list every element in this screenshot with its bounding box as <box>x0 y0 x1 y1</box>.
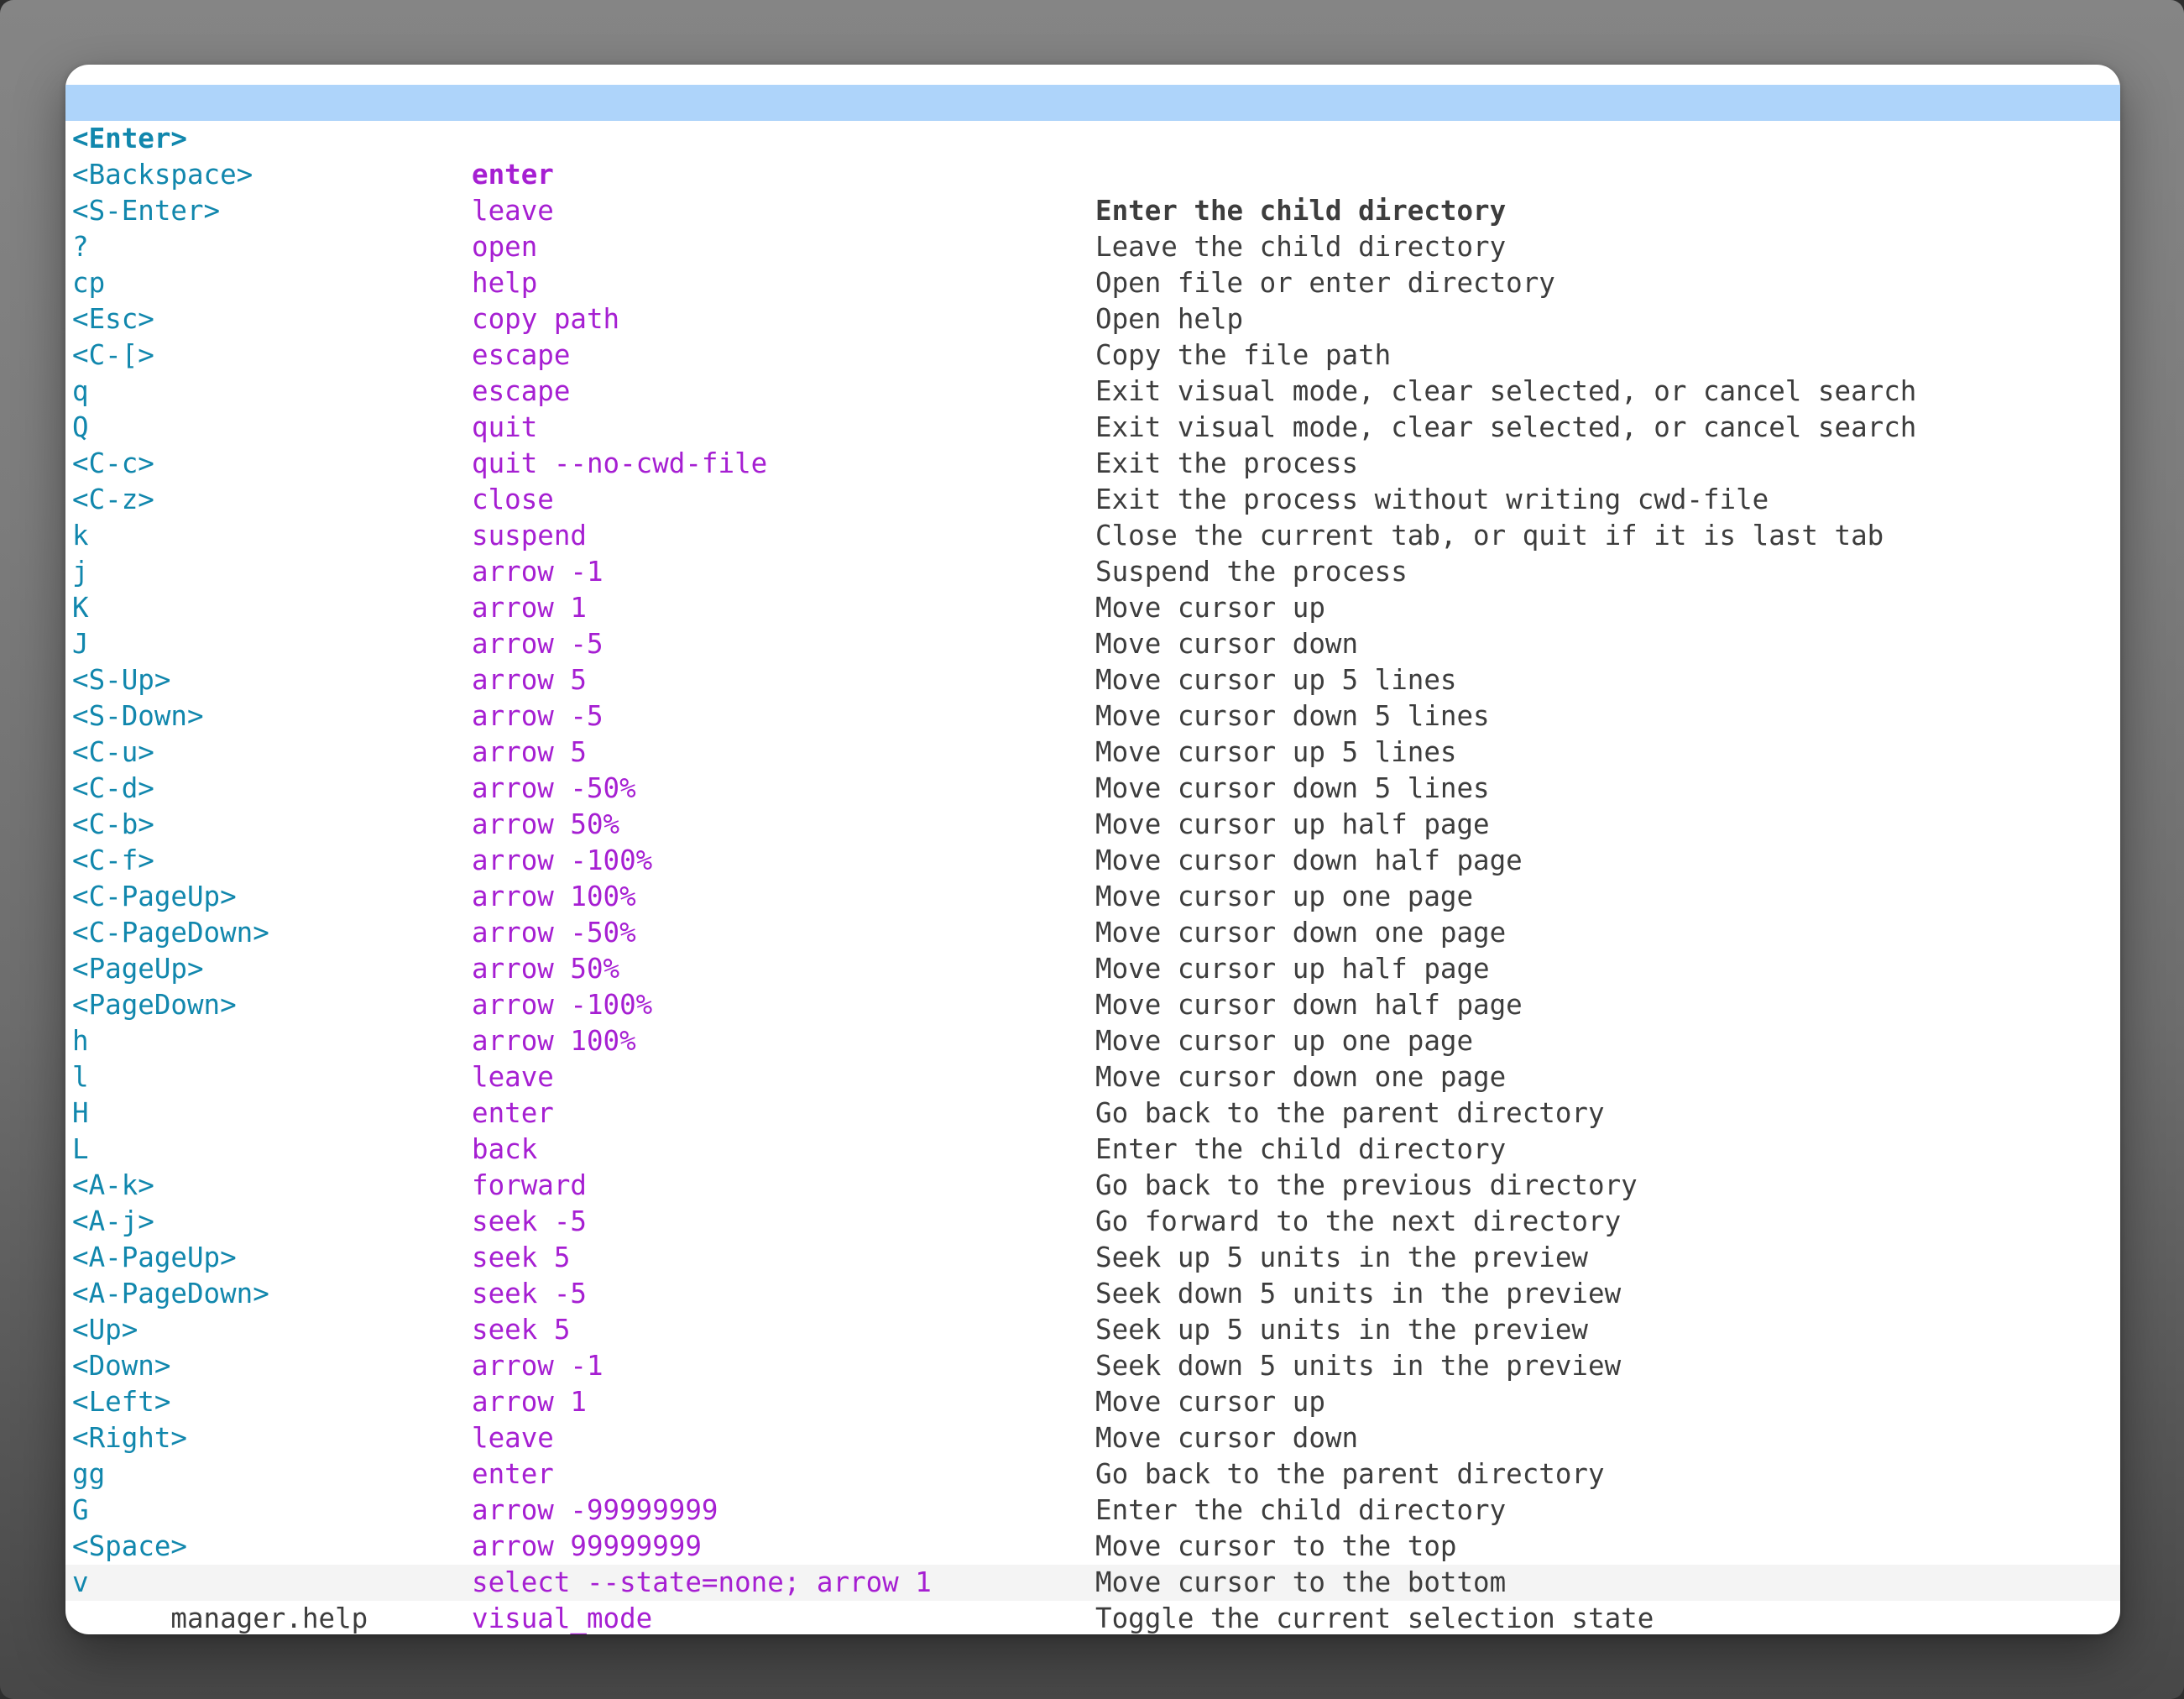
keybinding-row[interactable]: <C-b> arrow -100% Move cursor up one pag… <box>65 771 2120 807</box>
keybinding-row[interactable]: <A-k> seek -5 Seek up 5 units in the pre… <box>65 1132 2120 1168</box>
keybinding-row[interactable]: <Down> arrow 1 Move cursor down <box>65 1312 2120 1348</box>
keybinding-row[interactable]: H back Go back to the previous directory <box>65 1059 2120 1095</box>
keybinding-row[interactable]: <S-Down> arrow 5 Move cursor down 5 line… <box>65 662 2120 698</box>
keybinding-row[interactable]: G arrow 99999999 Move cursor to the bott… <box>65 1456 2120 1493</box>
keybinding-row[interactable]: l enter Enter the child directory <box>65 1023 2120 1059</box>
keybinding-row[interactable]: <Esc> escape Exit visual mode, clear sel… <box>65 265 2120 301</box>
keybinding-row[interactable]: K arrow -5 Move cursor up 5 lines <box>65 554 2120 590</box>
keybinding-command: select --state=none; arrow 1 <box>472 1565 932 1601</box>
keybinding-row[interactable]: <C-d> arrow 50% Move cursor down half pa… <box>65 734 2120 771</box>
keybinding-row[interactable]: <Enter> enter Enter the child directory <box>65 85 2120 121</box>
keybinding-row[interactable]: j arrow 1 Move cursor down <box>65 518 2120 554</box>
keybinding-description: Move cursor to the bottom <box>1095 1565 1506 1601</box>
keybinding-description: Toggle the current selection state <box>1095 1601 1654 1634</box>
help-window: <Enter> enter Enter the child directory … <box>65 65 2120 1634</box>
keybinding-row[interactable]: Q quit --no-cwd-file Exit the process wi… <box>65 374 2120 410</box>
keybinding-row[interactable]: <Up> arrow -1 Move cursor up <box>65 1276 2120 1312</box>
keybinding-row[interactable]: <C-[> escape Exit visual mode, clear sel… <box>65 301 2120 337</box>
help-layer-label: manager.help <box>170 1602 368 1634</box>
keybinding-list: <Enter> enter Enter the child directory … <box>65 85 2120 1565</box>
keybinding-row[interactable]: <PageDown> arrow 100% Move cursor down o… <box>65 951 2120 987</box>
keybinding-row[interactable]: <S-Enter> open Open file or enter direct… <box>65 157 2120 193</box>
keybinding-row[interactable]: k arrow -1 Move cursor up <box>65 482 2120 518</box>
keybinding-row[interactable]: cp copy path Copy the file path <box>65 229 2120 265</box>
keybinding-row[interactable]: <PageUp> arrow -100% Move cursor up one … <box>65 915 2120 951</box>
keybinding-command: visual_mode <box>472 1601 652 1634</box>
keybinding-row[interactable]: <A-PageDown> seek 5 Seek down 5 units in… <box>65 1240 2120 1276</box>
keybinding-row[interactable]: <C-c> close Close the current tab, or qu… <box>65 410 2120 446</box>
keybinding-row[interactable]: <A-PageUp> seek -5 Seek up 5 units in th… <box>65 1204 2120 1240</box>
keybinding-row[interactable]: gg arrow -99999999 Move cursor to the to… <box>65 1420 2120 1456</box>
keybinding-row[interactable]: <Left> leave Go back to the parent direc… <box>65 1348 2120 1384</box>
keybinding-row[interactable]: J arrow 5 Move cursor down 5 lines <box>65 590 2120 626</box>
status-bar: manager.help <box>65 1565 2120 1601</box>
keybinding-key: v <box>72 1565 89 1601</box>
keybinding-row[interactable]: <C-PageUp> arrow -50% Move cursor up hal… <box>65 843 2120 879</box>
keybinding-row[interactable]: <C-f> arrow 100% Move cursor down one pa… <box>65 807 2120 843</box>
keybinding-row[interactable]: <Space> select --state=none; arrow 1 Tog… <box>65 1493 2120 1529</box>
keybinding-row[interactable]: L forward Go forward to the next directo… <box>65 1095 2120 1132</box>
keybinding-row[interactable]: <C-u> arrow -50% Move cursor up half pag… <box>65 698 2120 734</box>
keybinding-row[interactable]: <A-j> seek 5 Seek down 5 units in the pr… <box>65 1168 2120 1204</box>
desktop-background: <Enter> enter Enter the child directory … <box>0 0 2184 1699</box>
keybinding-row[interactable]: <Backspace> leave Leave the child direct… <box>65 121 2120 157</box>
keybinding-row[interactable]: v visual_mode Enter visual mode (selecti… <box>65 1529 2120 1565</box>
keybinding-row[interactable]: h leave Go back to the parent directory <box>65 987 2120 1023</box>
keybinding-row[interactable]: ? help Open help <box>65 193 2120 229</box>
keybinding-row[interactable]: q quit Exit the process <box>65 337 2120 374</box>
keybinding-row[interactable]: <S-Up> arrow -5 Move cursor up 5 lines <box>65 626 2120 662</box>
keybinding-row[interactable]: <C-z> suspend Suspend the process <box>65 446 2120 482</box>
keybinding-row[interactable]: <Right> enter Enter the child directory <box>65 1384 2120 1420</box>
keybinding-row[interactable]: <C-PageDown> arrow 50% Move cursor down … <box>65 879 2120 915</box>
